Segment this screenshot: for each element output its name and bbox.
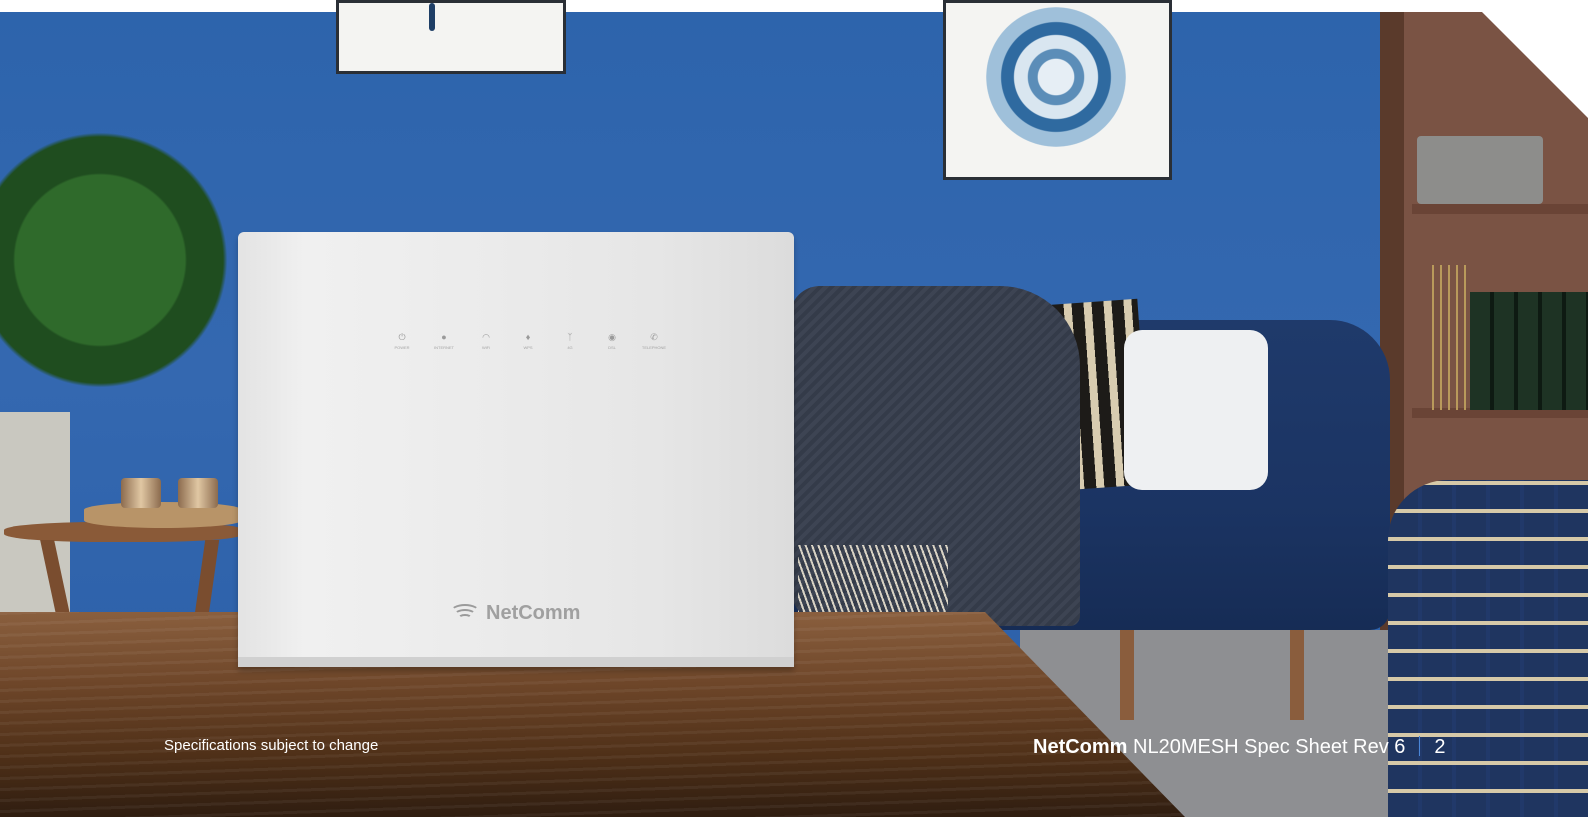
led-label: DSL xyxy=(608,345,616,350)
wps-icon: ♦ xyxy=(525,332,531,342)
footer-brand: NetComm xyxy=(1033,736,1128,758)
shelf-board xyxy=(1412,204,1588,214)
led-indicator: ◉ DSL xyxy=(598,332,626,350)
internet-icon: ● xyxy=(441,332,447,342)
candle xyxy=(121,478,161,508)
router-brand-text: NetComm xyxy=(486,601,581,624)
dsl-icon: ◉ xyxy=(608,332,616,342)
telephone-icon: ✆ xyxy=(650,332,658,342)
led-indicator: ◠ WiFi xyxy=(472,332,500,350)
art-branch xyxy=(429,3,435,31)
disclaimer-text: Specifications subject to change xyxy=(164,737,379,754)
led-label: TELEPHONE xyxy=(641,345,667,350)
led-label: WPS xyxy=(523,345,533,350)
led-label: INTERNET xyxy=(434,345,454,350)
antenna-icon: ᛉ xyxy=(567,332,573,342)
netcomm-logo-icon xyxy=(450,600,480,626)
power-icon: ⏻ xyxy=(398,332,406,342)
footer-doc-info: NetComm NL20MESH Spec Sheet Rev 6 2 xyxy=(1033,736,1446,759)
books xyxy=(1470,292,1588,410)
led-label: WiFi xyxy=(482,345,490,350)
led-indicator: ● INTERNET xyxy=(430,332,458,350)
led-label: POWER xyxy=(394,345,410,350)
wire-bookend xyxy=(1426,265,1472,410)
footer-doc-title: NL20MESH Spec Sheet Rev 6 xyxy=(1133,736,1406,758)
spec-sheet-page: ⏻ POWER ● INTERNET ◠ WiFi ♦ WPS ᛉ 4G ◉ DSL ✆ TELEPHON… xyxy=(0,0,1588,817)
led-indicator: ♦ WPS xyxy=(514,332,542,350)
wall-art-left xyxy=(336,0,566,74)
page-corner-cut xyxy=(1470,0,1588,118)
router-device: ⏻ POWER ● INTERNET ◠ WiFi ♦ WPS ᛉ 4G ◉ DSL ✆ TELEPHON… xyxy=(238,232,794,667)
page-number: 2 xyxy=(1434,736,1446,758)
led-indicator: ᛉ 4G xyxy=(556,332,584,350)
sand-dollar-art xyxy=(986,7,1126,147)
router-logo: NetComm xyxy=(450,600,580,626)
sofa-leg xyxy=(1290,620,1304,720)
led-label: 4G xyxy=(567,345,573,350)
white-pillow xyxy=(1124,330,1268,490)
top-margin xyxy=(0,0,1588,12)
led-indicator-row: ⏻ POWER ● INTERNET ◠ WiFi ♦ WPS ᛉ 4G ◉ DSL ✆ TELEPHON… xyxy=(388,332,668,350)
led-indicator: ✆ TELEPHONE xyxy=(640,332,668,350)
sofa-leg xyxy=(1120,620,1134,720)
candle xyxy=(178,478,218,508)
wire-basket xyxy=(1388,480,1588,817)
blanket-fringe xyxy=(798,545,948,615)
wifi-icon: ◠ xyxy=(482,332,490,342)
led-indicator: ⏻ POWER xyxy=(388,332,416,350)
wood-slice xyxy=(84,502,242,528)
storage-box xyxy=(1417,136,1543,204)
wall-art-right xyxy=(943,0,1172,180)
footer-separator xyxy=(1419,736,1421,756)
potted-plant xyxy=(0,110,250,410)
router-base xyxy=(238,657,794,667)
